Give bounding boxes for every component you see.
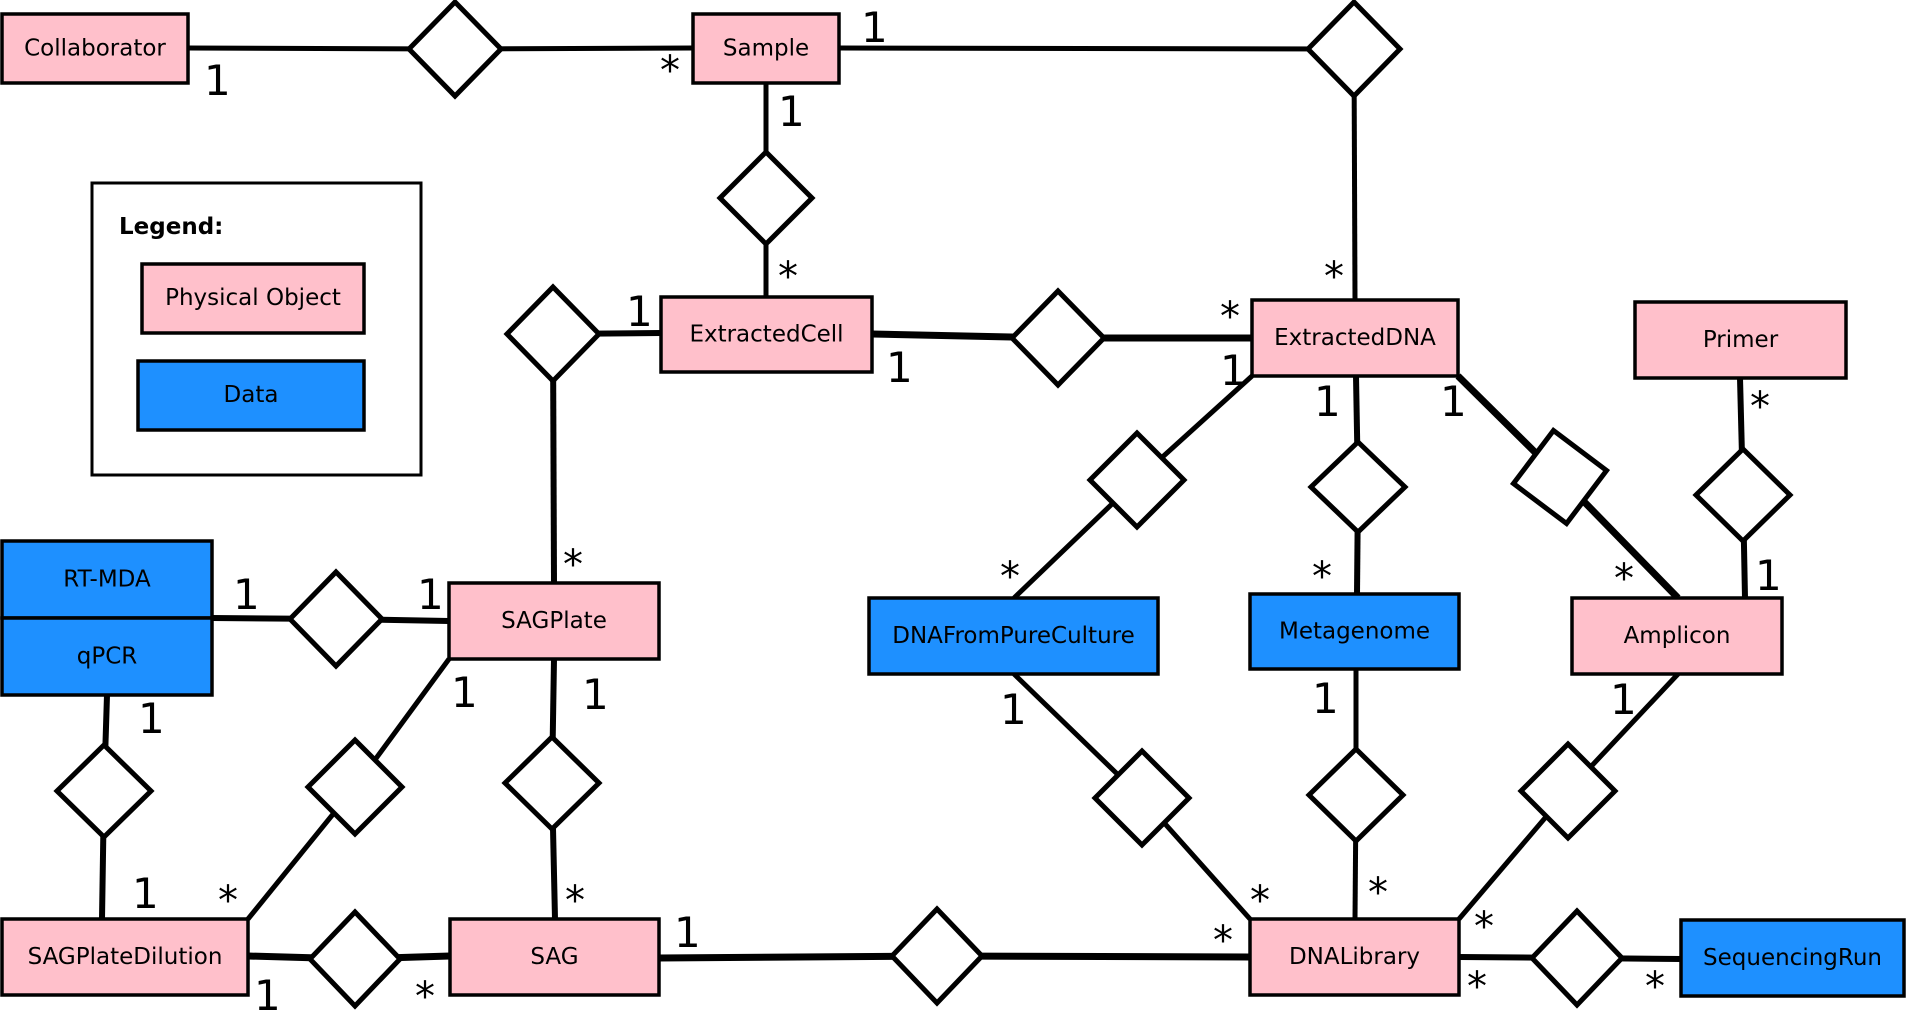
multiplicity-label: * [1250, 878, 1270, 924]
entity-primer[interactable]: Primer [1633, 300, 1848, 380]
relationship-diamond[interactable] [888, 905, 986, 1007]
multiplicity-label: * [1312, 554, 1332, 600]
entity-label: SAG [530, 944, 578, 970]
multiplicity-label: 1 [233, 570, 260, 619]
multiplicity-label: * [1324, 254, 1344, 300]
multiplicity-label: * [1000, 554, 1020, 600]
multiplicity-label: 1 [674, 908, 701, 957]
relationship-diamond[interactable] [1528, 907, 1626, 1009]
multiplicity-label: * [1467, 964, 1487, 1010]
multiplicity-label: 1 [1610, 675, 1637, 724]
legend-label-data: Data [224, 382, 279, 408]
entity-sequencing-run[interactable]: SequencingRun [1679, 918, 1906, 998]
relationship-diamond[interactable] [1304, 0, 1404, 100]
entity-label: DNALibrary [1289, 944, 1420, 970]
multiplicity-label: * [660, 48, 680, 94]
entity-label: Metagenome [1279, 619, 1430, 645]
entity-extracted-dna[interactable]: ExtractedDNA [1250, 298, 1460, 378]
entity-amplicon[interactable]: Amplicon [1570, 596, 1784, 676]
relationship-sample-dna [838, 45, 1358, 301]
multiplicity-label: 1 [1440, 377, 1467, 426]
relationship-diamond[interactable] [304, 736, 406, 838]
multiplicity-label: 1 [1312, 674, 1339, 723]
multiplicity-label: 1 [417, 570, 444, 619]
legend-item-physical-object: Physical Object [140, 262, 366, 335]
multiplicity-label: * [1368, 870, 1388, 916]
multiplicity-label: * [1750, 384, 1770, 430]
multiplicity-label: 1 [132, 869, 159, 918]
relationship-diamond[interactable] [306, 908, 404, 1010]
entity-label: Sample [723, 36, 809, 62]
entity-sag[interactable]: SAG [448, 917, 661, 997]
multiplicity-label: 1 [204, 56, 231, 105]
entity-label: ExtractedDNA [1274, 325, 1436, 351]
entity-label: RT-MDA [63, 567, 151, 593]
entity-label: Primer [1703, 327, 1779, 353]
entity-rt-mda[interactable]: RT-MDA [0, 539, 214, 620]
entity-sample[interactable]: Sample [691, 12, 841, 85]
entity-label: DNAFromPureCulture [892, 623, 1135, 649]
multiplicity-label: 1 [451, 668, 478, 717]
entity-label: qPCR [77, 644, 138, 670]
multiplicity-label: * [778, 254, 798, 300]
multiplicity-label: 1 [1314, 377, 1341, 426]
entity-label: SAGPlate [501, 608, 607, 634]
multiplicity-label: 1 [254, 971, 281, 1020]
multiplicity-label: * [218, 878, 238, 924]
relationship-diamond[interactable] [1305, 745, 1407, 845]
entity-label: Collaborator [24, 36, 166, 62]
multiplicity-label: * [565, 878, 585, 924]
entity-collaborator[interactable]: Collaborator [0, 12, 190, 85]
entities-layer: Collaborator Sample ExtractedCell Extracted… [0, 12, 1906, 998]
relationship-diamond[interactable] [1692, 445, 1794, 545]
multiplicity-label: 1 [1755, 551, 1782, 600]
entity-label: SAGPlateDilution [28, 944, 223, 970]
edge-sample-to-relationship [838, 45, 1355, 52]
multiplicity-label: * [563, 542, 583, 588]
entity-label: SequencingRun [1703, 945, 1882, 971]
multiplicity-label: 1 [861, 3, 888, 52]
multiplicity-label: 1 [626, 287, 653, 336]
multiplicity-label: * [1645, 964, 1665, 1010]
relationship-diamond[interactable] [716, 148, 816, 248]
er-diagram: Collaborator Sample ExtractedCell Extracted… [0, 0, 1906, 1020]
relationship-diamond[interactable] [1307, 438, 1409, 536]
multiplicity-label: 1 [778, 87, 805, 136]
relationship-diamond[interactable] [503, 283, 603, 385]
multiplicity-label: 1 [1220, 346, 1247, 395]
multiplicity-label: * [415, 974, 435, 1020]
entity-label: Amplicon [1624, 623, 1731, 649]
multiplicity-label: 1 [886, 343, 913, 392]
legend-item-data: Data [136, 359, 366, 432]
relationship-diamond[interactable] [286, 568, 386, 670]
multiplicity-label: 1 [582, 670, 609, 719]
entity-metagenome[interactable]: Metagenome [1248, 592, 1461, 671]
entity-qpcr[interactable]: qPCR [0, 616, 214, 697]
entity-dna-library[interactable]: DNALibrary [1248, 917, 1461, 997]
entity-sag-plate[interactable]: SAGPlate [447, 581, 661, 661]
multiplicity-label: 1 [138, 694, 165, 743]
entity-extracted-cell[interactable]: ExtractedCell [659, 295, 874, 374]
multiplicity-label: * [1614, 556, 1634, 602]
legend-title: Legend: [119, 214, 223, 240]
entity-sag-plate-dilution[interactable]: SAGPlateDilution [0, 917, 250, 997]
legend-label-physical: Physical Object [165, 285, 341, 311]
multiplicity-label: * [1474, 904, 1494, 950]
entity-label: ExtractedCell [689, 322, 843, 348]
multiplicity-label: * [1220, 294, 1240, 340]
multiplicity-label: * [1213, 918, 1233, 964]
relationships-layer [53, 0, 1794, 1010]
relationship-diamond[interactable] [501, 733, 603, 833]
relationship-diamond[interactable] [53, 741, 155, 841]
multiplicities-layer: 1 *1*1*1*1*1*1*1**11 1111*1*1 *1 *1*1*1** * [132, 3, 1782, 1020]
relationship-diamond[interactable] [405, 0, 505, 100]
legend: Legend: Physical Object Data [90, 181, 423, 477]
multiplicity-label: 1 [1000, 685, 1027, 734]
relationship-diamond[interactable] [1008, 287, 1108, 389]
entity-dna-from-pure-culture[interactable]: DNAFromPureCulture [867, 596, 1160, 676]
